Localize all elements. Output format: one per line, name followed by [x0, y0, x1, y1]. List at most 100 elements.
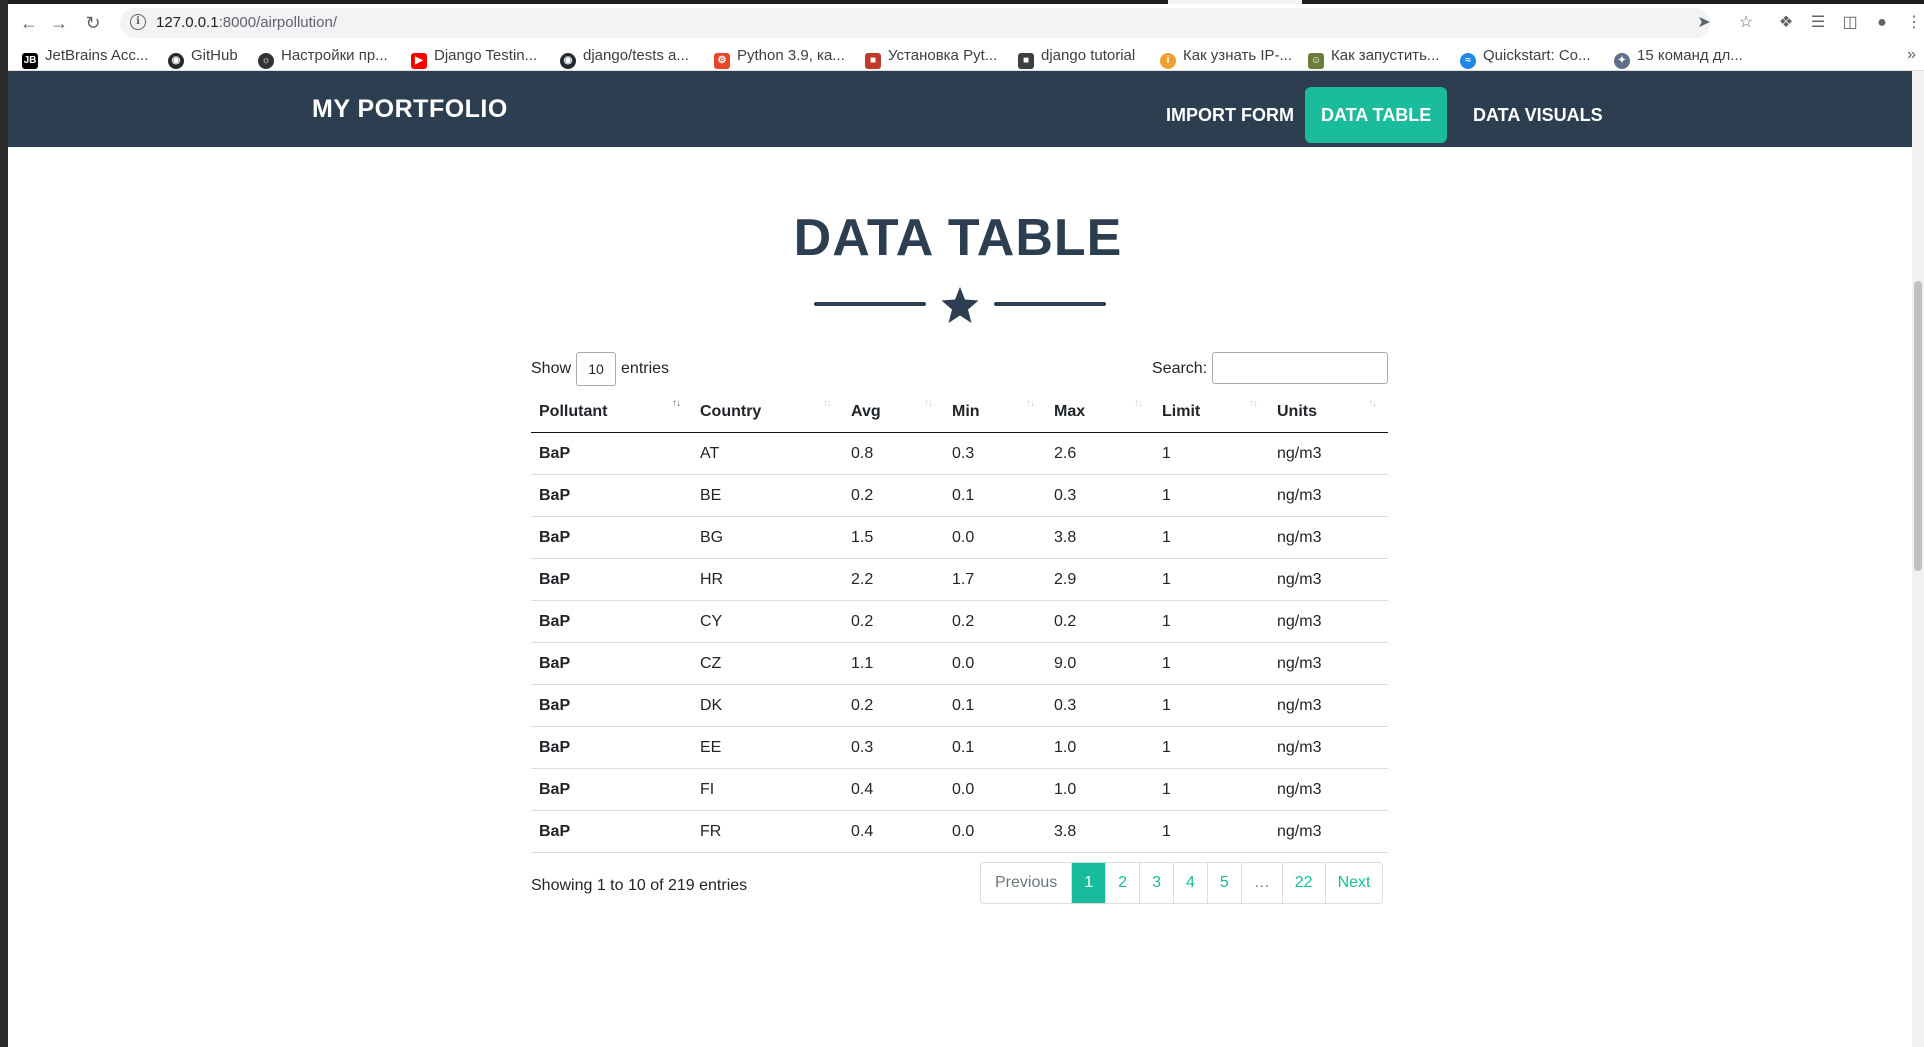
- pagination-page-2[interactable]: 2: [1105, 863, 1139, 903]
- cell-pollutant: BaP: [531, 768, 692, 811]
- column-header-min[interactable]: Min ↑↓: [944, 392, 1046, 433]
- bookmark-label: Quickstart: Co...: [1483, 47, 1591, 64]
- cell-pollutant: BaP: [531, 516, 692, 559]
- browser-toolbar: ← → ↻ i 127.0.0.1:8000/airpollution/ ➤ ☆…: [8, 4, 1924, 42]
- cell-units: ng/m3: [1269, 726, 1388, 769]
- pagination-page-5[interactable]: 5: [1206, 863, 1241, 903]
- address-bar[interactable]: i 127.0.0.1:8000/airpollution/: [120, 8, 1710, 38]
- cell-country: AT: [692, 432, 843, 475]
- cell-pollutant: BaP: [531, 600, 692, 643]
- cell-country: FI: [692, 768, 843, 811]
- cell-country: BG: [692, 516, 843, 559]
- brand-link[interactable]: MY PORTFOLIO: [312, 95, 508, 124]
- menu-icon[interactable]: ⋮: [1904, 13, 1924, 33]
- pagination-page-3[interactable]: 3: [1139, 863, 1173, 903]
- cell-limit: 1: [1154, 726, 1269, 769]
- bookmark-github[interactable]: ◉ GitHub: [168, 46, 238, 69]
- cell-units: ng/m3: [1269, 768, 1388, 811]
- table-row: BaP CY 0.2 0.2 0.2 1 ng/m3: [531, 600, 1388, 643]
- cell-units: ng/m3: [1269, 432, 1388, 475]
- bookmark-label: GitHub: [191, 47, 238, 64]
- cell-min: 0.0: [944, 768, 1046, 811]
- show-label: Show: [531, 360, 572, 378]
- bookmark-settings[interactable]: ☼ Настройки пр...: [258, 46, 388, 69]
- url-host: 127.0.0.1: [156, 14, 219, 31]
- column-header-units[interactable]: Units ↑↓: [1269, 392, 1388, 433]
- pagination-previous[interactable]: Previous: [981, 863, 1071, 903]
- cell-avg: 1.1: [843, 642, 944, 685]
- bookmark-ip[interactable]: i Как узнать IP-...: [1160, 46, 1292, 69]
- cell-min: 0.1: [944, 726, 1046, 769]
- jetbrains-icon: JB: [22, 53, 38, 69]
- sort-icon: ↑↓: [1249, 398, 1258, 409]
- cell-limit: 1: [1154, 432, 1269, 475]
- column-label: Units: [1277, 403, 1317, 420]
- cell-max: 0.2: [1046, 600, 1154, 643]
- bookmark-label: JetBrains Acc...: [45, 47, 149, 64]
- entries-label: entries: [621, 360, 670, 378]
- bookmark-quickstart[interactable]: ≈ Quickstart: Co...: [1460, 46, 1591, 69]
- swirl-icon: ≈: [1460, 53, 1476, 69]
- cell-max: 2.6: [1046, 432, 1154, 475]
- nav-import-form[interactable]: IMPORT FORM: [1150, 87, 1310, 143]
- cell-limit: 1: [1154, 642, 1269, 685]
- send-icon[interactable]: ➤: [1694, 13, 1714, 33]
- profile-icon[interactable]: ●: [1872, 13, 1892, 33]
- cell-limit: 1: [1154, 558, 1269, 601]
- bookmark-15-commands[interactable]: ✦ 15 команд дл...: [1614, 46, 1743, 69]
- cell-avg: 0.4: [843, 768, 944, 811]
- extensions-icon[interactable]: ❖: [1776, 13, 1796, 33]
- back-icon[interactable]: ←: [18, 12, 40, 34]
- cell-units: ng/m3: [1269, 642, 1388, 685]
- bookmark-django-tests[interactable]: ◉ django/tests a...: [560, 46, 689, 69]
- search-input[interactable]: [1212, 352, 1388, 384]
- bookmarks-overflow-icon[interactable]: »: [1907, 46, 1916, 64]
- column-label: Max: [1054, 403, 1086, 420]
- url-text[interactable]: 127.0.0.1:8000/airpollution/: [156, 14, 337, 31]
- pagination-next[interactable]: Next: [1324, 863, 1383, 903]
- table-row: BaP DK 0.2 0.1 0.3 1 ng/m3: [531, 684, 1388, 727]
- cell-limit: 1: [1154, 474, 1269, 517]
- bookmark-django-tutorial[interactable]: ■ django tutorial: [1018, 46, 1135, 69]
- bookmark-label: Установка Pyt...: [888, 47, 998, 64]
- reload-icon[interactable]: ↻: [82, 12, 104, 34]
- cell-avg: 1.5: [843, 516, 944, 559]
- bookmark-install-python[interactable]: ■ Установка Pyt...: [865, 46, 998, 69]
- bookmark-python39[interactable]: ⚙ Python 3.9, ка...: [714, 46, 845, 69]
- cell-pollutant: BaP: [531, 726, 692, 769]
- column-label: Pollutant: [539, 403, 608, 420]
- site-info-icon[interactable]: i: [130, 14, 146, 30]
- circle-ip-icon: i: [1160, 53, 1176, 69]
- pagination-page-22[interactable]: 22: [1281, 863, 1325, 903]
- cell-min: 0.3: [944, 432, 1046, 475]
- nav-data-visuals[interactable]: DATA VISUALS: [1457, 87, 1619, 143]
- bookmark-label: 15 команд дл...: [1637, 47, 1743, 64]
- scrollbar-thumb[interactable]: [1914, 281, 1922, 571]
- nav-data-table[interactable]: DATA TABLE: [1305, 87, 1448, 143]
- column-header-pollutant[interactable]: Pollutant ↑↓: [531, 392, 692, 433]
- pagination-page-1[interactable]: 1: [1071, 863, 1106, 903]
- page-length-select[interactable]: 10: [576, 352, 617, 386]
- cell-avg: 2.2: [843, 558, 944, 601]
- column-header-country[interactable]: Country ↑↓: [692, 392, 843, 433]
- url-path: :8000/airpollution/: [218, 14, 337, 31]
- column-header-avg[interactable]: Avg ↑↓: [843, 392, 944, 433]
- cell-units: ng/m3: [1269, 558, 1388, 601]
- cell-max: 3.8: [1046, 810, 1154, 853]
- star-icon[interactable]: ☆: [1736, 13, 1756, 33]
- column-header-limit[interactable]: Limit ↑↓: [1154, 392, 1269, 433]
- bookmark-jetbrains[interactable]: JB JetBrains Acc...: [22, 46, 149, 69]
- bookmark-label: Настройки пр...: [281, 47, 388, 64]
- table-row: BaP FI 0.4 0.0 1.0 1 ng/m3: [531, 768, 1388, 811]
- bookmark-run[interactable]: ☺ Как запустить...: [1308, 46, 1439, 69]
- bookmark-django-testing[interactable]: ▶ Django Testin...: [411, 46, 537, 69]
- forward-icon[interactable]: →: [48, 12, 70, 34]
- media-icon[interactable]: ☰: [1808, 13, 1828, 33]
- side-panel-icon[interactable]: ◫: [1840, 13, 1860, 33]
- pagination-page-4[interactable]: 4: [1172, 863, 1207, 903]
- wing-icon: ✦: [1614, 53, 1630, 69]
- cell-min: 0.1: [944, 684, 1046, 727]
- bookmarks-bar: JB JetBrains Acc... ◉ GitHub ☼ Настройки пр…: [8, 42, 1924, 71]
- table-row: BaP FR 0.4 0.0 3.8 1 ng/m3: [531, 810, 1388, 853]
- column-header-max[interactable]: Max ↑↓: [1046, 392, 1154, 433]
